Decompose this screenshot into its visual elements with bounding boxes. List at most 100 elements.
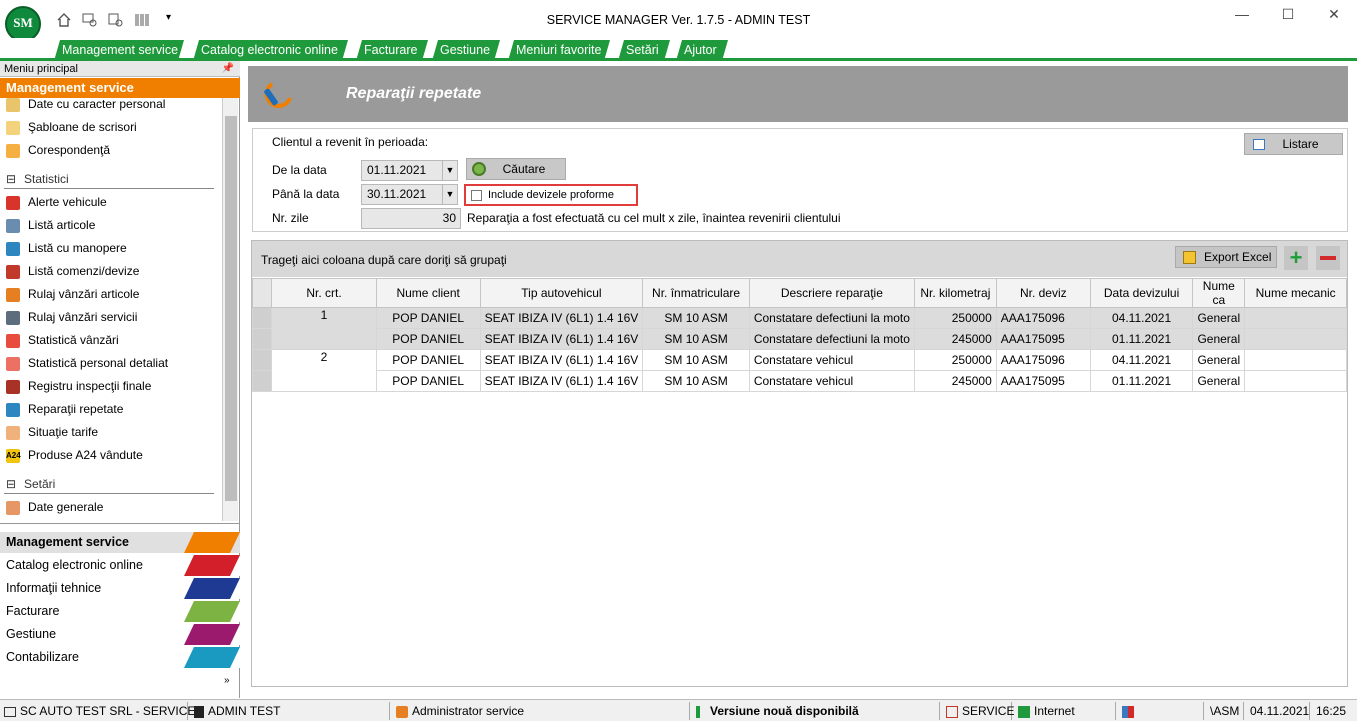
maximize-button[interactable]: ☐ (1268, 6, 1308, 26)
sidebar-item-reparatii-repetate[interactable]: Reparaţii repetate (6, 399, 123, 419)
col-nume-client[interactable]: Nume client (375, 278, 481, 308)
print-icon (1253, 139, 1265, 150)
menu-facturare[interactable]: Facturare (356, 40, 428, 61)
col-nume-mecanic[interactable]: Nume mecanic (1244, 278, 1347, 308)
nav-gestiune[interactable]: Gestiune (0, 624, 240, 645)
sidebar-item-date-generale[interactable]: Date generale (6, 497, 103, 517)
cell-vehicle: SEAT IBIZA IV (6L1) 1.4 16V (479, 370, 644, 392)
sidebar-item-manopere[interactable]: Listă cu manopere (6, 238, 127, 258)
sidebar-item-lista-articole[interactable]: Listă articole (6, 215, 95, 235)
minimize-button[interactable]: — (1222, 6, 1262, 26)
cell-nr: 2 (271, 349, 377, 392)
list-button[interactable]: Listare (1244, 133, 1343, 155)
row-selector[interactable] (251, 349, 273, 371)
service-icon (184, 532, 240, 553)
menu-catalog-electronic[interactable]: Catalog electronic online (193, 40, 348, 61)
network-icon (1018, 705, 1030, 718)
nav-facturare[interactable]: Facturare (0, 601, 240, 622)
close-button[interactable]: ✕ (1314, 6, 1354, 26)
pin-icon[interactable]: 📌 (222, 61, 234, 77)
sidebar-item-date-personal[interactable]: Date cu caracter personal (6, 98, 165, 114)
sidebar-item-statistica-vanzari[interactable]: Statistică vânzări (6, 330, 119, 350)
cell-date: 01.11.2021 (1089, 328, 1194, 350)
status-role-text: Administrator service (412, 704, 525, 718)
nav-contabilizare[interactable]: Contabilizare (0, 647, 240, 668)
sidebar-item-produse-a24[interactable]: A24 Produse A24 vândute (6, 445, 143, 465)
key-icon (396, 705, 408, 718)
status-code: \ASM (1206, 702, 1244, 720)
row-selector[interactable] (251, 307, 273, 329)
menu-management-service[interactable]: Management service (54, 40, 184, 61)
sidebar-item-rulaj-servicii[interactable]: Rulaj vânzări servicii (6, 307, 137, 327)
sidebar-item-label: Date cu caracter personal (28, 98, 166, 111)
cell-plate: SM 10 ASM (642, 349, 750, 371)
status-windows[interactable] (1118, 702, 1204, 720)
status-company-text: SC AUTO TEST SRL - SERVICE (20, 704, 196, 718)
splitter[interactable] (0, 523, 240, 531)
to-date-dropdown-icon[interactable]: ▼ (442, 184, 458, 205)
sidebar-item-alerte[interactable]: Alerte vehicule (6, 192, 107, 212)
sales-articles-icon (6, 287, 20, 302)
col-descriere[interactable]: Descriere reparaţie (748, 278, 915, 308)
to-date-input[interactable]: 30.11.2021 (361, 184, 443, 205)
nav-management-service[interactable]: Management service (0, 532, 240, 553)
sidebar-item-sabloane[interactable]: Şabloane de scrisori (6, 117, 137, 137)
scroll-thumb[interactable] (225, 116, 237, 501)
sidebar-item-rulaj-articole[interactable]: Rulaj vânzări articole (6, 284, 139, 304)
from-date-input[interactable]: 01.11.2021 (361, 160, 443, 181)
sidebar-item-comenzi[interactable]: Listă comenzi/devize (6, 261, 139, 281)
menu-gestiune[interactable]: Gestiune (432, 40, 500, 61)
col-nr-crt[interactable]: Nr. crt. (271, 278, 377, 308)
col-data-devizului[interactable]: Data devizului (1089, 278, 1194, 308)
table-row[interactable]: 1 POP DANIEL SEAT IBIZA IV (6L1) 1.4 16V… (251, 307, 1347, 350)
results-table: Nr. crt. Nume client Tip autovehicul Nr.… (251, 278, 1347, 392)
nav-catalog-electronic[interactable]: Catalog electronic online (0, 555, 240, 576)
export-excel-button[interactable]: Export Excel (1175, 246, 1277, 268)
sidebar-item-situatie-tarife[interactable]: Situaţie tarife (6, 422, 98, 442)
table-row[interactable]: POP DANIEL SEAT IBIZA IV (6L1) 1.4 16V S… (251, 328, 1347, 350)
status-update[interactable]: Versiune nouă disponibilă (692, 702, 940, 720)
wrench-icon (6, 241, 20, 256)
sidebar-header: Meniu principal 📌 (0, 61, 240, 77)
computer-icon (4, 706, 16, 717)
nav-label: Contabilizare (6, 650, 79, 664)
windows-icon (1122, 705, 1134, 718)
col-nume-ca[interactable]: Nume ca (1192, 278, 1246, 308)
menu-meniuri-favorite[interactable]: Meniuri favorite (508, 40, 610, 61)
menu-ajutor[interactable]: Ajutor (676, 40, 728, 61)
cell-date: 04.11.2021 (1089, 349, 1194, 371)
col-nr-inmatriculare[interactable]: Nr. înmatriculare (642, 278, 750, 308)
menu-setari[interactable]: Setări (618, 40, 670, 61)
table-row[interactable]: POP DANIEL SEAT IBIZA IV (6L1) 1.4 16V S… (251, 370, 1347, 392)
include-proforma-checkbox[interactable]: Include devizele proforme (464, 184, 638, 206)
sidebar-item-label: Listă articole (28, 218, 96, 232)
row-selector[interactable] (251, 328, 273, 350)
user-icon (194, 705, 204, 718)
col-tip-autovehicul[interactable]: Tip autovehicul (479, 278, 644, 308)
sidebar: Meniu principal 📌 Management service Dat… (0, 61, 240, 698)
nav-informatii-tehnice[interactable]: Informaţii tehnice (0, 578, 240, 599)
sidebar-item-registru[interactable]: Registru inspecţii finale (6, 376, 151, 396)
search-button[interactable]: Căutare (466, 158, 566, 180)
status-update-text: Versiune nouă disponibilă (710, 704, 859, 718)
days-input[interactable]: 30 (361, 208, 461, 229)
selector-header (251, 278, 273, 308)
sidebar-item-corespondenta[interactable]: Corespondenţă (6, 140, 110, 160)
nav-label: Facturare (6, 604, 60, 618)
status-bar: SC AUTO TEST SRL - SERVICE ADMIN TEST Ad… (0, 699, 1357, 721)
cell-mech (1244, 349, 1347, 371)
from-date-dropdown-icon[interactable]: ▼ (442, 160, 458, 181)
col-kilometraj[interactable]: Nr. kilometraj (913, 278, 997, 308)
group-statistici[interactable]: Statistici (4, 169, 214, 189)
table-row[interactable]: 2 POP DANIEL SEAT IBIZA IV (6L1) 1.4 16V… (251, 349, 1347, 392)
add-icon[interactable]: + (1284, 246, 1308, 270)
sidebar-item-label: Situaţie tarife (28, 425, 99, 439)
group-setari[interactable]: Setări (4, 474, 214, 494)
checkbox-box[interactable] (471, 190, 482, 201)
col-nr-deviz[interactable]: Nr. deviz (995, 278, 1091, 308)
expand-chevron-icon[interactable]: » (224, 675, 230, 686)
sidebar-item-statistica-personal[interactable]: Statistică personal detaliat (6, 353, 168, 373)
remove-icon[interactable] (1316, 246, 1340, 270)
row-selector[interactable] (251, 370, 273, 392)
sidebar-scrollbar[interactable] (222, 98, 238, 521)
